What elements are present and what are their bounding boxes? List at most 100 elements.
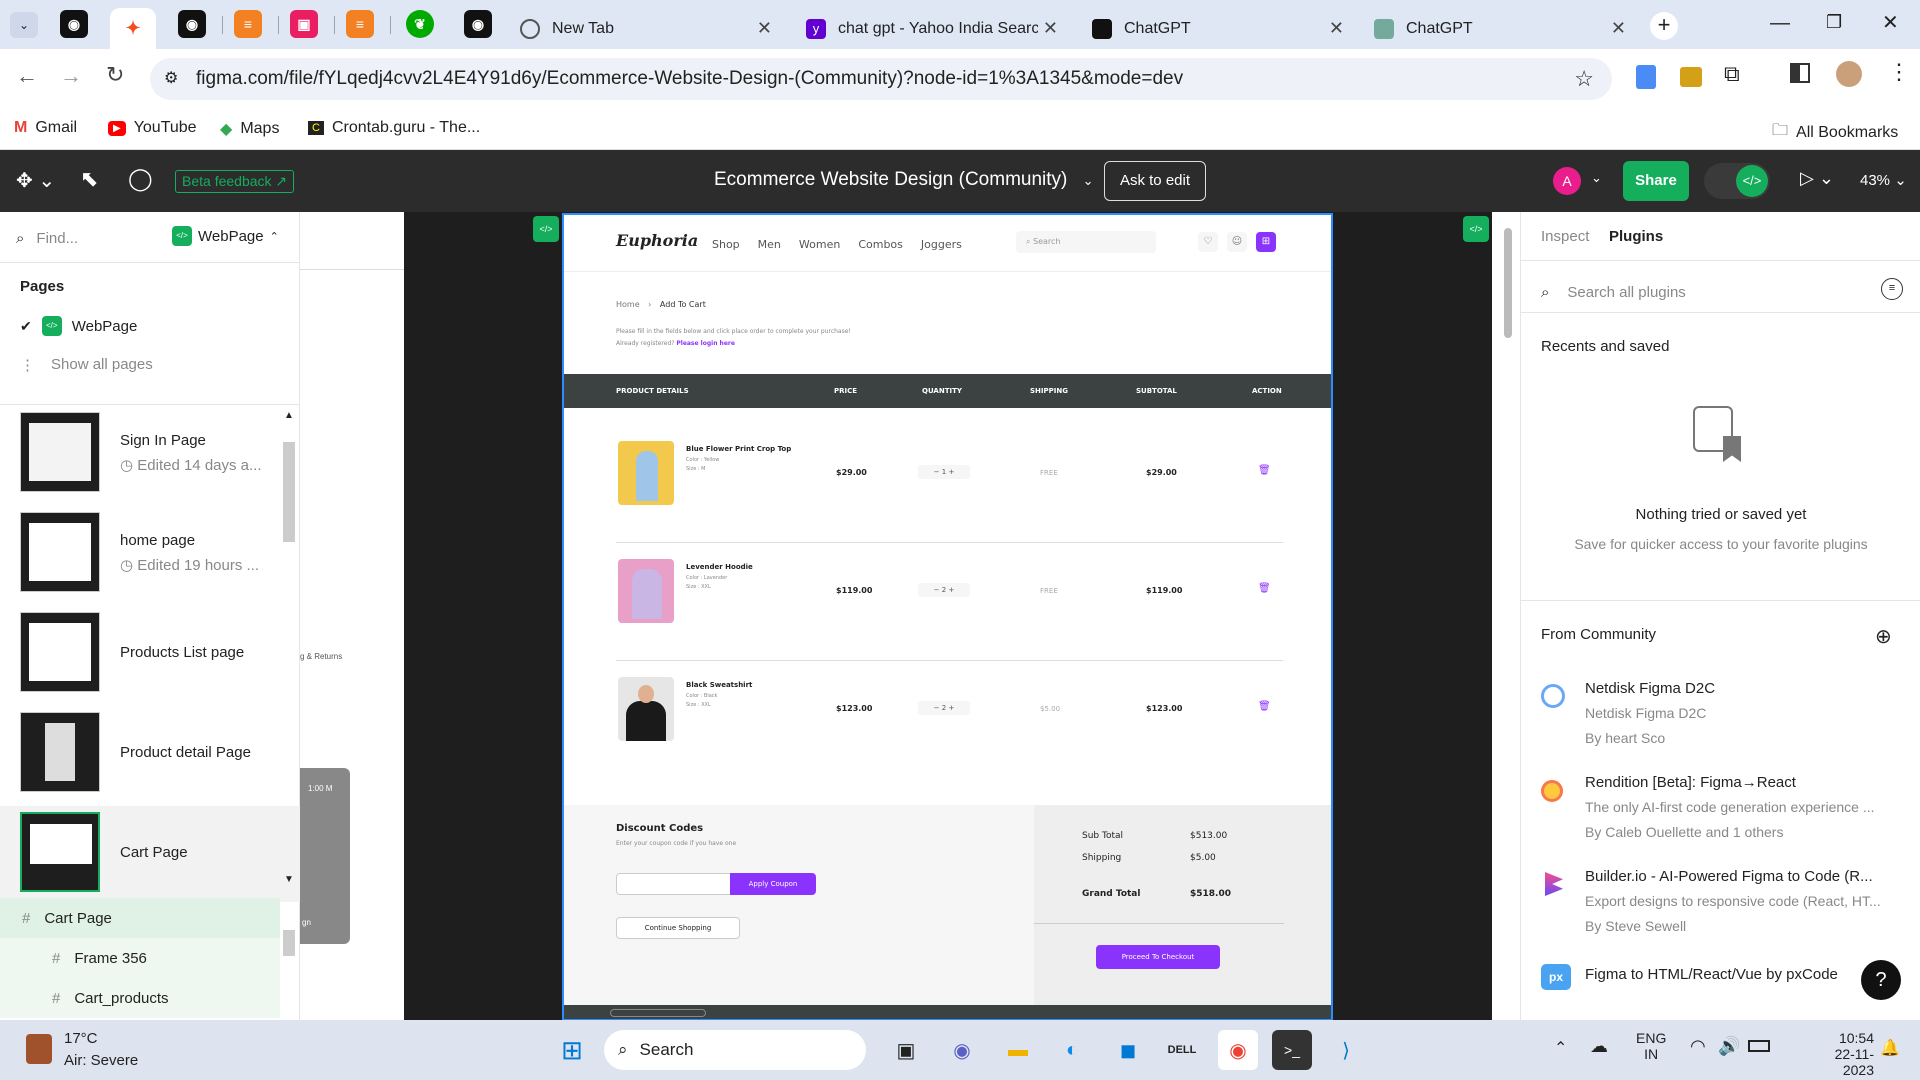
quantity-stepper[interactable]: − 1 + [918, 465, 970, 479]
filter-icon[interactable]: ≡ [1881, 278, 1903, 300]
plugin-item[interactable]: Netdisk Figma D2C Netdisk Figma D2C By h… [1541, 680, 1911, 762]
extension-icon-1[interactable] [1636, 65, 1656, 89]
beta-feedback-button[interactable]: Beta feedback ↗ [175, 170, 295, 193]
user-avatar[interactable]: A [1553, 167, 1581, 195]
plugin-search-input[interactable]: Search all plugins [1567, 284, 1685, 301]
extension-icon-2[interactable] [1680, 67, 1702, 87]
page-item-webpage[interactable]: ✔ </> WebPage [20, 316, 137, 336]
task-view-icon[interactable]: ▣ [886, 1030, 926, 1070]
store-icon[interactable]: ◼ [1108, 1030, 1148, 1070]
coupon-input[interactable] [616, 873, 732, 895]
chevron-down-icon[interactable]: ⌄ [1591, 170, 1602, 186]
bookmark-gmail[interactable]: M Gmail [14, 119, 77, 137]
tab-chatgpt-2[interactable]: ChatGPT ✕ [1368, 8, 1636, 49]
layers-scrollbar[interactable] [283, 930, 295, 956]
restore-icon[interactable]: ❐ [1826, 12, 1842, 33]
find-search[interactable]: ⌕ Find... [16, 226, 166, 250]
clock[interactable]: 10:54 22-11-2023 [1812, 1030, 1874, 1078]
proceed-checkout-button[interactable]: Proceed To Checkout [1096, 945, 1220, 969]
site-info-icon[interactable]: ⚙ [164, 68, 178, 88]
nav-joggers[interactable]: Joggers [921, 238, 962, 251]
taskbar-search[interactable]: ⌕ Search [604, 1030, 866, 1070]
stack-tab-icon-2[interactable]: ≡ [346, 10, 374, 38]
tab-new-tab[interactable]: New Tab ✕ [514, 8, 782, 49]
tab-chatgpt-1[interactable]: ChatGPT ✕ [1086, 8, 1354, 49]
github-tab-icon-3[interactable]: ◉ [464, 10, 492, 38]
dev-frame-badge-left[interactable]: </> [533, 216, 559, 242]
wifi-icon[interactable]: ◠ [1690, 1036, 1706, 1057]
help-button[interactable]: ? [1861, 960, 1901, 1000]
tray-network-status-icon[interactable]: ☁ [1590, 1036, 1608, 1057]
show-all-pages[interactable]: ⋮ Show all pages [20, 356, 153, 374]
new-tab-button[interactable]: + [1650, 12, 1678, 40]
scroll-up-icon[interactable]: ▲ [284, 410, 294, 421]
login-link[interactable]: Please login here [676, 340, 735, 347]
bookmark-crontab[interactable]: C Crontab.guru - The... [308, 119, 480, 137]
all-bookmarks[interactable]: 🗀 All Bookmarks [1772, 119, 1898, 146]
plugin-item[interactable]: Rendition [Beta]: Figma→React The only A… [1541, 774, 1911, 856]
layer-cart-products[interactable]: # Cart_products [0, 978, 280, 1018]
cart-icon[interactable]: ⊞ [1256, 232, 1276, 252]
continue-shopping-button[interactable]: Continue Shopping [616, 917, 740, 939]
tab-inspect[interactable]: Inspect [1541, 228, 1589, 245]
tab-plugins[interactable]: Plugins [1609, 228, 1663, 245]
nav-shop[interactable]: Shop [712, 238, 740, 251]
site-search[interactable]: ⌕ Search [1016, 231, 1156, 253]
wishlist-icon[interactable]: ♡ [1198, 232, 1218, 252]
close-tab-icon[interactable]: ✕ [757, 18, 772, 39]
reload-icon[interactable]: ↻ [106, 62, 124, 88]
account-icon[interactable]: ☺ [1227, 232, 1247, 252]
github-tab-icon-2[interactable]: ◉ [178, 10, 206, 38]
address-bar[interactable]: ⚙ figma.com/file/fYLqedj4cvv2L4E4Y91d6y/… [150, 58, 1612, 100]
globe-icon[interactable]: ⊕ [1875, 624, 1892, 649]
frame-item[interactable]: home page ◷ Edited 19 hours ... [0, 506, 300, 602]
dev-frame-badge-right[interactable]: </> [1463, 216, 1489, 242]
share-button[interactable]: Share [1623, 161, 1689, 201]
frames-scrollbar[interactable] [283, 442, 295, 542]
layer-cart-page[interactable]: # Cart Page [0, 898, 280, 938]
frame-item[interactable]: Products List page [0, 606, 300, 702]
weather-desc[interactable]: Air: Severe [64, 1052, 138, 1069]
start-icon[interactable]: ⊞ [552, 1030, 592, 1070]
volume-icon[interactable]: 🔊 [1718, 1036, 1740, 1057]
ask-to-edit-button[interactable]: Ask to edit [1104, 161, 1206, 201]
forward-icon[interactable]: → [60, 63, 82, 89]
quantity-stepper[interactable]: − 2 + [918, 583, 970, 597]
quantity-stepper[interactable]: − 2 + [918, 701, 970, 715]
tab-search-icon[interactable]: ⌄ [10, 12, 38, 38]
stack-tab-icon[interactable]: ≡ [234, 10, 262, 38]
figma-tab[interactable]: ✦ [110, 8, 156, 49]
horizontal-scrollbar[interactable] [610, 1009, 706, 1017]
bookmark-maps[interactable]: ◆ Maps [220, 119, 279, 139]
app-tab-icon[interactable]: ▣ [290, 10, 318, 38]
close-tab-icon[interactable]: ✕ [1043, 18, 1058, 39]
comment-icon[interactable]: ◯ [128, 166, 153, 192]
close-tab-icon[interactable]: ✕ [1329, 18, 1344, 39]
minimize-icon[interactable]: — [1770, 12, 1790, 35]
profile-avatar[interactable] [1836, 61, 1862, 87]
side-panel-icon[interactable] [1790, 63, 1810, 83]
delete-icon[interactable]: 🗑 [1258, 583, 1271, 594]
nav-combos[interactable]: Combos [858, 238, 903, 251]
edge-icon[interactable]: ◐ [1052, 1030, 1092, 1070]
apply-coupon-button[interactable]: Apply Coupon [730, 873, 816, 895]
notification-bell-icon[interactable]: 🔔 [1880, 1038, 1900, 1058]
plugin-item[interactable]: Builder.io - AI-Powered Figma to Code (R… [1541, 868, 1911, 950]
bookmark-youtube[interactable]: ▶ YouTube [108, 119, 197, 137]
dev-mode-toggle[interactable]: </> [1704, 163, 1770, 199]
nav-women[interactable]: Women [799, 238, 840, 251]
meet-icon[interactable]: ◉ [942, 1030, 982, 1070]
figma-menu-icon[interactable]: ✥ ⌄ [16, 168, 55, 193]
present-play-icon[interactable]: ▷ ⌄ [1800, 168, 1834, 189]
canvas-vscrollbar[interactable] [1504, 228, 1512, 338]
tab-yahoo[interactable]: y chat gpt - Yahoo India Searc ✕ [800, 8, 1068, 49]
chrome-icon[interactable]: ◉ [1218, 1030, 1258, 1070]
bookmark-star-icon[interactable]: ☆ [1574, 66, 1594, 92]
delete-icon[interactable]: 🗑 [1258, 465, 1271, 476]
frame-item[interactable]: Product detail Page [0, 706, 300, 802]
leaf-tab-icon[interactable]: ❦ [406, 10, 434, 38]
file-explorer-icon[interactable]: ▬ [998, 1030, 1038, 1070]
menu-kebab-icon[interactable]: ⋮ [1888, 59, 1910, 85]
breadcrumb-home[interactable]: Home [616, 300, 640, 309]
dell-icon[interactable]: DELL [1162, 1030, 1202, 1070]
